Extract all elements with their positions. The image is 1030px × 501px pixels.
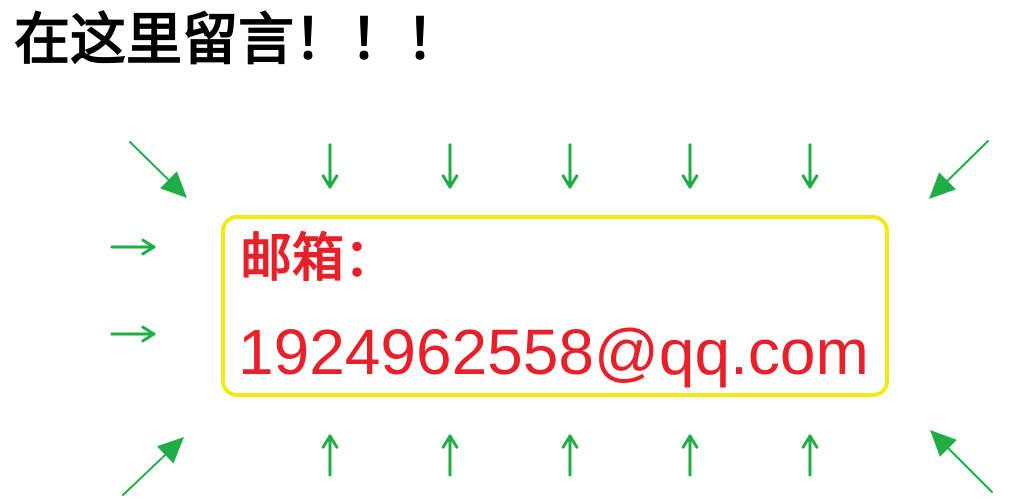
email-label: 邮箱： — [240, 229, 397, 289]
arrow-up-icon — [801, 434, 819, 477]
email-address[interactable]: 1924962558@qq.com — [238, 314, 869, 390]
arrow-up-icon — [681, 434, 699, 477]
diagonal-arrow-icon — [129, 141, 187, 198]
diagonal-arrow-icon — [929, 140, 989, 199]
arrow-down-icon — [321, 143, 339, 189]
arrow-right-icon — [110, 238, 156, 256]
arrow-down-icon — [801, 143, 819, 189]
arrow-down-icon — [681, 143, 699, 189]
arrow-down-icon — [441, 143, 459, 189]
arrow-up-icon — [561, 434, 579, 477]
arrow-up-icon — [441, 434, 459, 477]
arrow-down-icon — [561, 143, 579, 189]
diagonal-arrow-icon — [122, 437, 184, 496]
diagonal-arrow-icon — [930, 430, 993, 493]
arrow-right-icon — [110, 325, 156, 343]
arrow-up-icon — [321, 434, 339, 477]
